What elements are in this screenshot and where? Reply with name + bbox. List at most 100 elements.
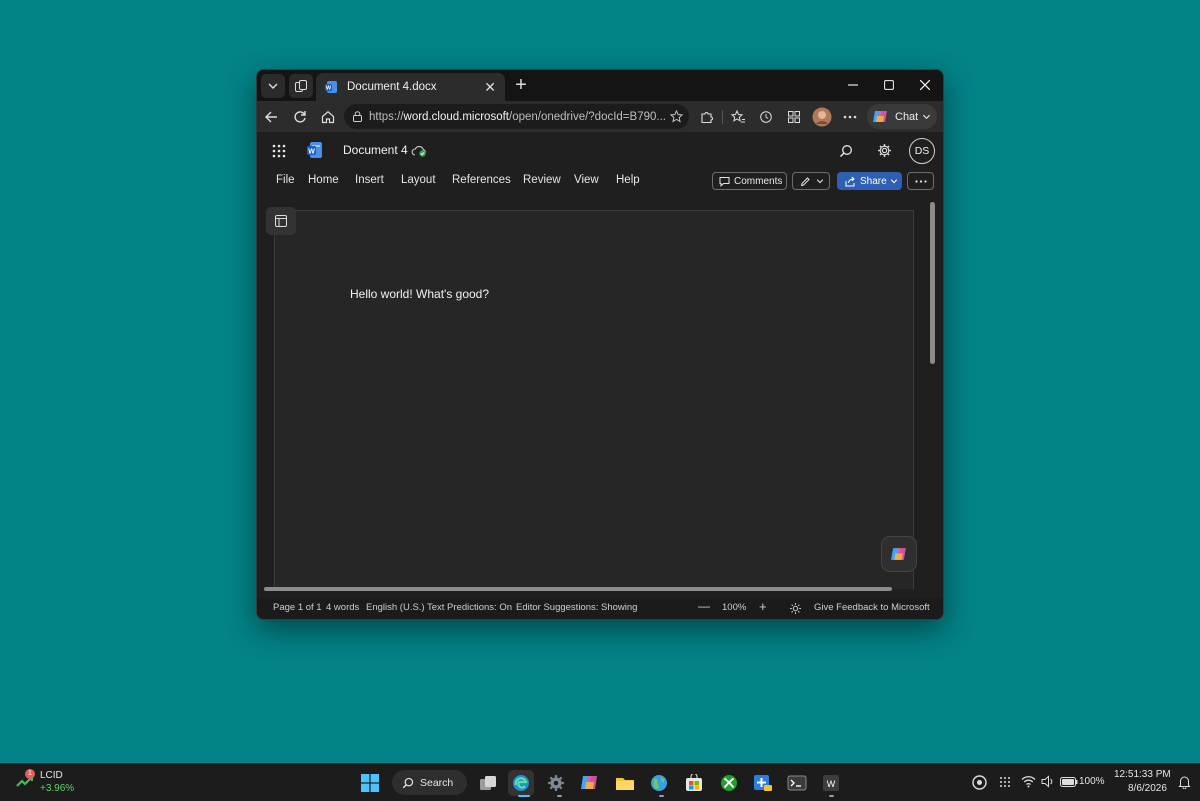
word-count[interactable]: 4 words [326, 602, 359, 613]
tab-file[interactable]: File [276, 174, 295, 186]
snipping-tool-button[interactable] [750, 770, 776, 796]
document-title[interactable]: Document 4 [343, 143, 408, 157]
close-icon [920, 80, 930, 90]
maximize-button[interactable] [871, 70, 907, 100]
tab-view[interactable]: View [574, 174, 599, 186]
terminal-taskbar-button[interactable] [784, 770, 810, 796]
settings-running-indicator [557, 795, 562, 797]
settings-taskbar-button[interactable] [543, 770, 569, 796]
wifi-icon[interactable] [1021, 775, 1036, 788]
start-button[interactable] [357, 770, 383, 796]
document-body-text[interactable]: Hello world! What's good? [350, 287, 489, 301]
editing-mode-button[interactable] [792, 172, 830, 190]
more-horizontal-icon [914, 179, 927, 183]
text-predictions-status[interactable]: Text Predictions: On [427, 602, 512, 613]
copilot-chat-button[interactable]: Chat [867, 104, 937, 129]
share-icon [845, 176, 855, 186]
comments-label: Comments [734, 175, 783, 187]
minimize-button[interactable] [835, 70, 871, 100]
tab-actions-button[interactable] [261, 74, 285, 98]
address-bar[interactable]: https://word.cloud.microsoft/open/onedri… [344, 104, 689, 129]
document-page[interactable]: Hello world! What's good? [274, 210, 914, 589]
collections-button[interactable] [782, 105, 806, 129]
zoom-level[interactable]: 100% [722, 602, 746, 613]
tab-insert[interactable]: Insert [355, 174, 384, 186]
puzzle-icon [701, 112, 713, 124]
brightness-icon[interactable] [790, 603, 801, 614]
share-label: Share [860, 175, 887, 187]
history-button[interactable] [754, 105, 778, 129]
chevron-down-icon [922, 114, 931, 120]
cloud-saved-icon[interactable] [411, 144, 427, 157]
stock-widget[interactable]: 1 LCID +3.96% [16, 769, 76, 797]
minimize-icon [848, 84, 858, 86]
browser-window: W Document 4.docx ✕ + https://word.cloud… [256, 69, 944, 620]
edge-taskbar-button[interactable] [508, 770, 534, 796]
tab-title: Document 4.docx [347, 81, 437, 93]
extensions-button[interactable] [695, 105, 719, 129]
zoom-in-button[interactable]: + [759, 599, 767, 614]
refresh-button[interactable] [288, 105, 312, 129]
tab-home[interactable]: Home [308, 174, 339, 186]
user-avatar[interactable]: DS [909, 138, 935, 164]
language-status[interactable]: English (U.S.) [366, 602, 425, 613]
edge-active-indicator [518, 795, 530, 797]
svg-text:W: W [326, 86, 332, 92]
chat-label: Chat [895, 110, 919, 123]
tab-review[interactable]: Review [523, 174, 561, 186]
clock-time[interactable]: 12:51:33 PM [1114, 769, 1171, 780]
word-app-header: W Document 4 DS [257, 132, 943, 169]
maps-taskbar-button[interactable] [646, 770, 672, 796]
file-explorer-button[interactable] [612, 770, 638, 796]
close-window-button[interactable] [907, 70, 943, 100]
url-path: /open/onedrive/?docId=B790... [509, 110, 666, 123]
horizontal-scrollbar[interactable] [264, 587, 892, 591]
comments-button[interactable]: Comments [712, 172, 787, 190]
more-options-button[interactable] [838, 105, 862, 129]
store-taskbar-button[interactable] [681, 770, 707, 796]
notifications-bell-icon[interactable] [1178, 775, 1191, 789]
chevron-down-icon [816, 179, 824, 184]
share-button[interactable]: Share [837, 172, 902, 190]
tab-document[interactable]: W Document 4.docx ✕ [316, 73, 505, 101]
workspaces-button[interactable] [289, 74, 313, 98]
word-logo-icon: W [307, 142, 322, 158]
favorites-button[interactable] [726, 105, 750, 129]
taskbar-search[interactable]: Search [392, 770, 467, 795]
store-icon [686, 774, 702, 791]
app-launcher-icon[interactable] [272, 144, 286, 158]
word-taskbar-button[interactable]: W [818, 770, 844, 796]
m365-taskbar-button[interactable] [577, 770, 603, 796]
new-tab-button[interactable]: + [510, 73, 532, 97]
xbox-taskbar-button[interactable] [716, 770, 742, 796]
navigation-pane-button[interactable] [266, 207, 296, 235]
vertical-scrollbar[interactable] [930, 202, 935, 364]
feedback-link[interactable]: Give Feedback to Microsoft [814, 602, 930, 613]
back-button[interactable] [259, 105, 283, 129]
tab-help[interactable]: Help [616, 174, 640, 186]
zoom-out-button[interactable]: — [698, 599, 710, 613]
copilot-button[interactable] [881, 536, 917, 572]
editor-suggestions-status[interactable]: Editor Suggestions: Showing [516, 602, 637, 613]
battery-icon[interactable] [1060, 777, 1078, 787]
tab-close-icon[interactable]: ✕ [484, 79, 496, 96]
task-view-button[interactable] [475, 770, 501, 796]
maximize-icon [884, 80, 894, 90]
windows-logo-icon [361, 774, 379, 792]
taskbar: 1 LCID +3.96% Search W 100% 12:51:33 PM … [0, 763, 1200, 801]
refresh-icon [294, 111, 306, 123]
more-ribbon-options-button[interactable] [907, 172, 934, 190]
home-button[interactable] [316, 105, 340, 129]
gear-icon[interactable] [877, 143, 892, 158]
tab-layout[interactable]: Layout [401, 174, 436, 186]
profile-button[interactable] [810, 105, 834, 129]
favorites-icon [730, 110, 745, 123]
star-icon[interactable] [670, 110, 683, 123]
clock-date[interactable]: 8/6/2026 [1128, 783, 1167, 794]
keypad-icon[interactable] [999, 776, 1011, 788]
volume-icon[interactable] [1041, 775, 1055, 788]
search-icon[interactable] [839, 144, 853, 158]
tab-references[interactable]: References [452, 174, 511, 186]
edge-icon [513, 775, 529, 791]
copilot-tray-icon[interactable] [972, 775, 987, 790]
